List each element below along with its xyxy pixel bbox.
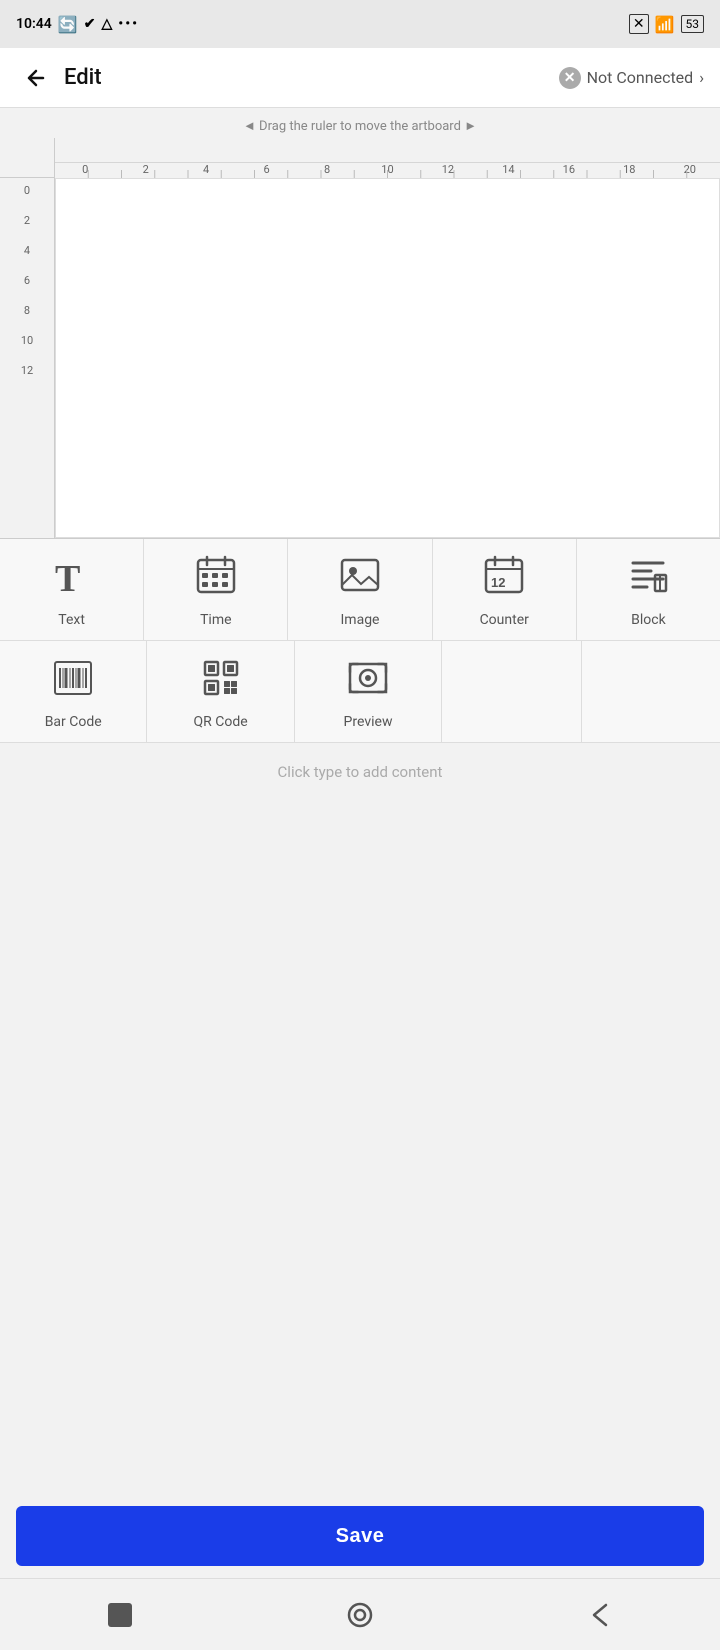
connection-text: Not Connected <box>587 68 694 87</box>
svg-text:12: 12 <box>491 575 505 590</box>
wifi-icon: 📶 <box>655 15 675 34</box>
barcode-label: Bar Code <box>45 714 102 730</box>
tool-empty-1 <box>442 641 581 742</box>
tool-block[interactable]: Block <box>577 539 720 640</box>
counter-icon: 12 <box>483 555 525 604</box>
v-label-2: 2 <box>0 212 54 242</box>
nav-square-button[interactable] <box>102 1597 138 1633</box>
vertical-ruler: 0 2 4 6 8 10 12 <box>0 178 55 538</box>
time-icon <box>195 555 237 604</box>
more-icon: ••• <box>118 16 139 32</box>
status-bar: 10:44 🔄 ✔ △ ••• ✕ 📶 53 <box>0 0 720 48</box>
barcode-icon <box>52 657 94 706</box>
text-label: Text <box>58 612 85 628</box>
tool-image[interactable]: Image <box>288 539 432 640</box>
counter-label: Counter <box>480 612 529 628</box>
save-button[interactable]: Save <box>16 1506 704 1566</box>
tool-preview[interactable]: Preview <box>295 641 442 742</box>
tool-grid: T Text Time <box>0 538 720 743</box>
tool-counter[interactable]: 12 Counter <box>433 539 577 640</box>
back-button[interactable] <box>16 58 56 98</box>
block-icon <box>627 555 669 604</box>
nav-circle-button[interactable] <box>342 1597 378 1633</box>
canvas-area[interactable] <box>55 178 720 538</box>
nav-bar <box>0 1578 720 1650</box>
nav-back-button[interactable] <box>582 1597 618 1633</box>
horizontal-ruler-row: 0 2 4 6 8 10 12 14 16 18 20 <box>0 138 720 178</box>
content-hint: Click type to add content <box>0 743 720 801</box>
text-icon: T <box>51 555 93 604</box>
image-icon <box>339 555 381 604</box>
tool-text[interactable]: T Text <box>0 539 144 640</box>
qrcode-label: QR Code <box>194 714 248 730</box>
ruler-hint: ◄ Drag the ruler to move the artboard ► <box>0 108 720 138</box>
v-label-4: 4 <box>0 242 54 272</box>
header: Edit ✕ Not Connected › <box>0 48 720 108</box>
cloud-icon: △ <box>101 16 112 32</box>
v-label-12: 12 <box>0 362 54 392</box>
tool-time[interactable]: Time <box>144 539 288 640</box>
qrcode-icon <box>200 657 242 706</box>
v-label-10: 10 <box>0 332 54 362</box>
battery-x-icon: ✕ <box>629 14 649 34</box>
v-label-6: 6 <box>0 272 54 302</box>
v-ruler-ticks-svg <box>700 0 720 1650</box>
check-icon: ✔ <box>84 16 96 32</box>
tool-row-2: Bar Code QR Code <box>0 641 720 743</box>
status-time: 10:44 🔄 ✔ △ ••• <box>16 15 139 34</box>
tool-row-1: T Text Time <box>0 539 720 641</box>
spacer <box>0 801 720 1490</box>
artboard-main: 0 2 4 6 8 10 12 <box>0 178 720 538</box>
ruler-corner <box>0 138 55 178</box>
v-label-0: 0 <box>0 182 54 212</box>
horizontal-ruler: 0 2 4 6 8 10 12 14 16 18 20 <box>55 138 720 178</box>
v-label-8: 8 <box>0 302 54 332</box>
status-icons: ✕ 📶 53 <box>629 14 704 34</box>
svg-text:T: T <box>55 558 80 597</box>
time-label: Time <box>200 612 231 628</box>
block-label: Block <box>631 612 666 628</box>
ruler-hint-text: ◄ Drag the ruler to move the artboard ► <box>243 118 477 134</box>
content-hint-text: Click type to add content <box>278 763 443 781</box>
connection-status[interactable]: ✕ Not Connected › <box>559 67 704 89</box>
save-button-wrapper: Save <box>0 1490 720 1578</box>
page-title: Edit <box>64 65 102 90</box>
h-ruler-ticks-svg <box>55 162 720 178</box>
sync-icon: 🔄 <box>58 15 78 34</box>
tool-barcode[interactable]: Bar Code <box>0 641 147 742</box>
preview-label: Preview <box>344 714 393 730</box>
time-display: 10:44 <box>16 16 52 32</box>
tool-qrcode[interactable]: QR Code <box>147 641 294 742</box>
preview-icon <box>347 657 389 706</box>
connection-error-icon: ✕ <box>559 67 581 89</box>
image-label: Image <box>341 612 380 628</box>
